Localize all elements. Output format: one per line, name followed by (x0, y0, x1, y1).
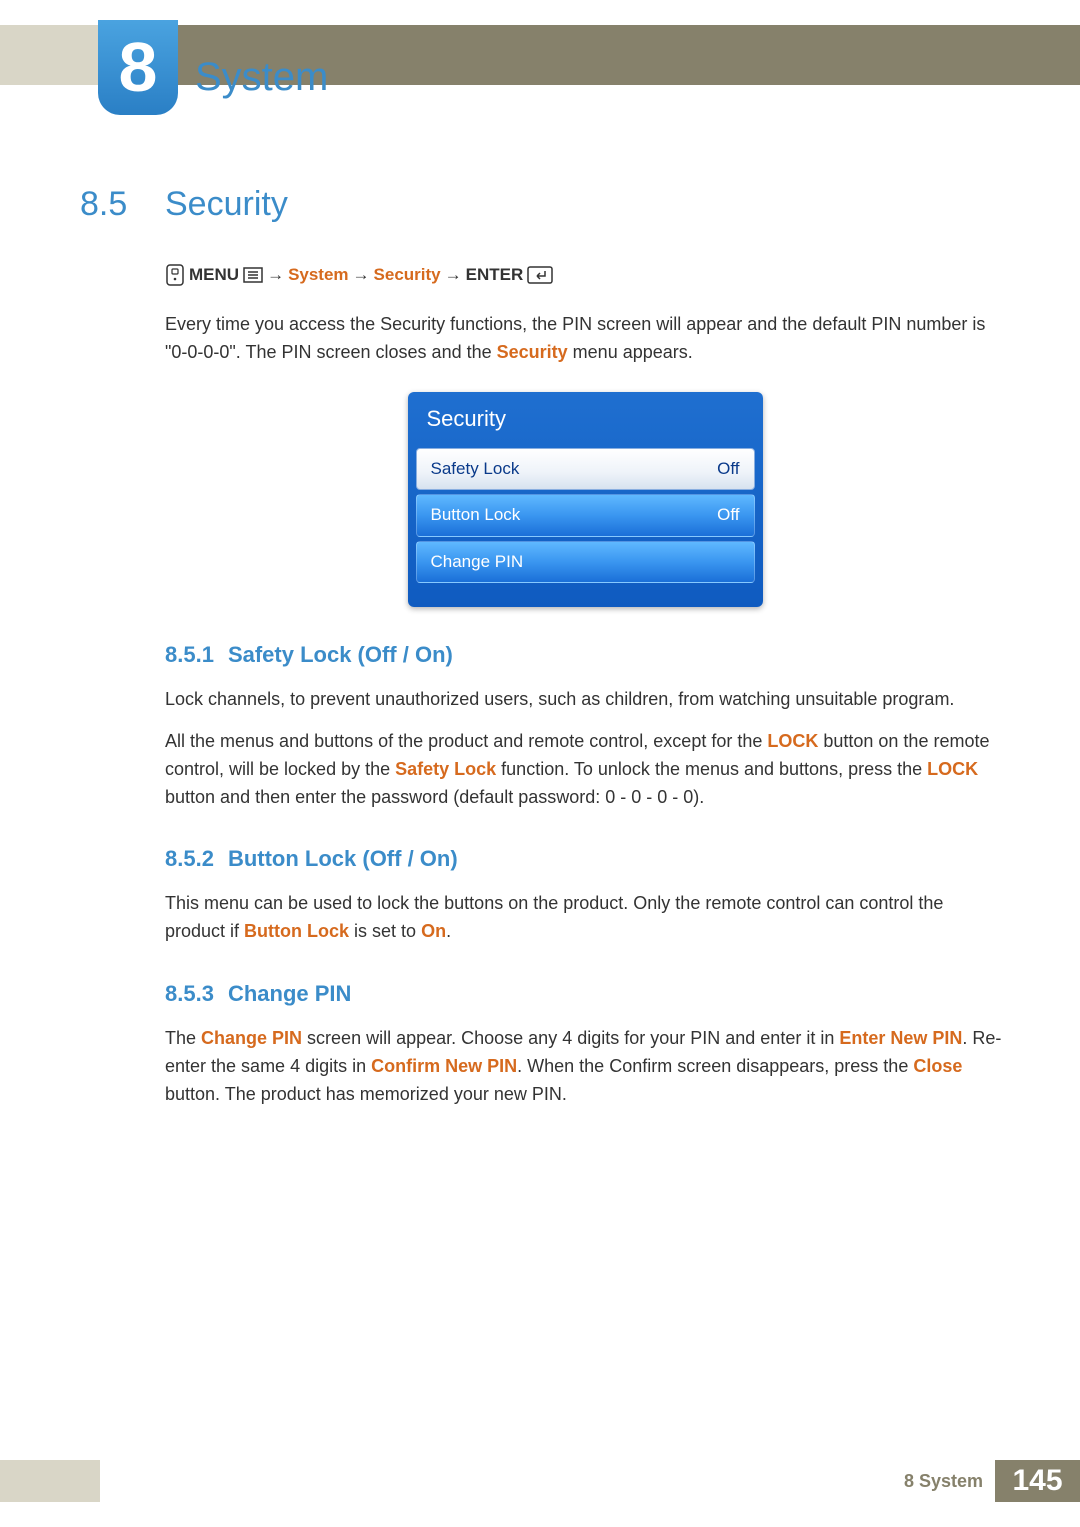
text: . (446, 921, 451, 941)
menu-row-label: Safety Lock (431, 456, 520, 482)
text: The (165, 1028, 201, 1048)
menu-panel-title: Security (413, 392, 758, 444)
nav-path: MENU → System → Security → ENTER (165, 264, 1005, 286)
text-highlight: Button Lock (244, 921, 349, 941)
subsection-number: 8.5.3 (165, 981, 214, 1006)
subsection-heading: 8.5.2 Button Lock (Off / On) (165, 846, 1005, 872)
text: menu appears. (568, 342, 693, 362)
paragraph: The Change PIN screen will appear. Choos… (165, 1025, 1005, 1109)
menu-panel-wrapper: Security Safety Lock Off Button Lock Off… (165, 392, 1005, 607)
nav-menu-label: MENU (189, 265, 239, 285)
nav-security: Security (374, 265, 441, 285)
menu-icon (243, 267, 263, 283)
text-highlight: Close (913, 1056, 962, 1076)
subsection-title: Button Lock (Off / On) (228, 846, 458, 871)
paragraph: All the menus and buttons of the product… (165, 728, 1005, 812)
subsection-button-lock: 8.5.2 Button Lock (Off / On) This menu ca… (165, 846, 1005, 946)
intro-paragraph: Every time you access the Security funct… (165, 311, 1005, 367)
text-highlight: LOCK (927, 759, 978, 779)
subsection-change-pin: 8.5.3 Change PIN The Change PIN screen wi… (165, 981, 1005, 1109)
menu-row-value: Off (717, 456, 739, 482)
footer-page-number: 145 (995, 1460, 1080, 1502)
text-highlight: Enter New PIN (839, 1028, 962, 1048)
text-highlight: Safety Lock (395, 759, 496, 779)
text-highlight: Confirm New PIN (371, 1056, 517, 1076)
menu-row-value: Off (717, 502, 739, 528)
nav-enter-label: ENTER (466, 265, 524, 285)
nav-arrow: → (445, 265, 462, 285)
text-highlight: LOCK (767, 731, 818, 751)
menu-row-label: Button Lock (431, 502, 521, 528)
chapter-number-tab: 8 (98, 20, 178, 115)
subsection-safety-lock: 8.5.1 Safety Lock (Off / On) Lock channel… (165, 642, 1005, 812)
text-highlight: On (421, 921, 446, 941)
text: All the menus and buttons of the product… (165, 731, 767, 751)
subsection-number: 8.5.1 (165, 642, 214, 667)
subsection-heading: 8.5.1 Safety Lock (Off / On) (165, 642, 1005, 668)
menu-row-change-pin[interactable]: Change PIN (416, 541, 755, 583)
subsection-title: Change PIN (228, 981, 351, 1006)
subsection-title: Safety Lock (Off / On) (228, 642, 453, 667)
paragraph: This menu can be used to lock the button… (165, 890, 1005, 946)
text: is set to (349, 921, 421, 941)
menu-row-label: Change PIN (431, 549, 524, 575)
security-menu-panel: Security Safety Lock Off Button Lock Off… (408, 392, 763, 607)
text-highlight: Change PIN (201, 1028, 302, 1048)
subsection-number: 8.5.2 (165, 846, 214, 871)
footer-accent-left (0, 1460, 100, 1502)
page-header-bar: 8 System (0, 25, 1080, 85)
subsection-heading: 8.5.3 Change PIN (165, 981, 1005, 1007)
text: button. The product has memorized your n… (165, 1084, 567, 1104)
remote-icon (165, 264, 185, 286)
text-highlight: Security (497, 342, 568, 362)
enter-icon (527, 266, 553, 284)
footer-chapter-label: 8 System (100, 1460, 995, 1502)
menu-row-safety-lock[interactable]: Safety Lock Off (416, 448, 755, 490)
page-footer: 8 System 145 (0, 1460, 1080, 1502)
paragraph: Lock channels, to prevent unauthorized u… (165, 686, 1005, 714)
text: screen will appear. Choose any 4 digits … (302, 1028, 839, 1048)
menu-row-button-lock[interactable]: Button Lock Off (416, 494, 755, 536)
nav-system: System (288, 265, 348, 285)
nav-arrow: → (353, 265, 370, 285)
nav-arrow: → (267, 265, 284, 285)
text: button and then enter the password (defa… (165, 787, 704, 807)
text: function. To unlock the menus and button… (496, 759, 927, 779)
section-heading: 8.5 Security (80, 185, 1005, 224)
section-number: 8.5 (80, 185, 165, 224)
chapter-title: System (195, 55, 328, 100)
header-accent-left (0, 25, 100, 85)
page-content: 8.5 Security MENU → System → Security → … (80, 185, 1005, 1123)
section-title: Security (165, 185, 288, 224)
text: . When the Confirm screen disappears, pr… (517, 1056, 913, 1076)
